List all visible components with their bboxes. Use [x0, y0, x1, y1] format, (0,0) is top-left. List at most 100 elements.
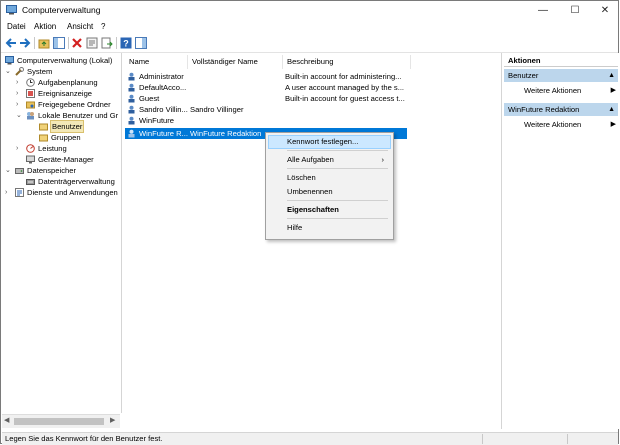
- users-group-icon: [27, 112, 34, 120]
- toolbar-separator: [68, 37, 69, 49]
- menu-item-rename[interactable]: Umbenennen: [269, 186, 390, 198]
- action-weitere-aktionen[interactable]: Weitere Aktionen ▶: [524, 85, 616, 97]
- user-description: Built-in account for guest access t...: [285, 94, 405, 103]
- help-icon[interactable]: ?: [120, 37, 132, 49]
- tree-item-label: Ereignisanzeige: [38, 89, 93, 98]
- user-name: Administrator: [139, 72, 184, 81]
- menu-item-delete[interactable]: Löschen: [269, 172, 390, 184]
- menu-item-help[interactable]: Hilfe: [269, 222, 390, 234]
- tree-item-label: Gruppen: [51, 133, 81, 142]
- window-title: Computerverwaltung: [22, 5, 101, 15]
- shared-folder-icon: [26, 101, 35, 109]
- show-hide-tree-icon[interactable]: [53, 37, 65, 49]
- up-folder-icon[interactable]: [38, 37, 50, 49]
- list-row-administrator[interactable]: Administrator Built-in account for admin…: [125, 71, 498, 82]
- scrollbar-thumb[interactable]: [14, 418, 104, 425]
- user-name: Guest: [139, 94, 160, 103]
- performance-icon: [26, 144, 35, 153]
- disk-management-icon: [26, 179, 35, 185]
- show-hide-action-pane-icon[interactable]: [135, 37, 147, 49]
- menu-item-properties[interactable]: Eigenschaften: [269, 204, 390, 216]
- actions-header: Aktionen: [504, 54, 618, 67]
- maximize-button[interactable]: ☐: [560, 1, 590, 20]
- actions-section-winfuture-redaktion[interactable]: WinFuture Redaktion ▲: [504, 103, 618, 116]
- user-full-name: Sandro Villinger: [190, 105, 244, 114]
- tree-item-label: Lokale Benutzer und Gr: [38, 111, 119, 120]
- tree-item-label: Benutzer: [49, 120, 85, 133]
- list-row-winfuture[interactable]: WinFuture: [125, 115, 498, 126]
- expand-toggle[interactable]: ⌄: [5, 66, 11, 77]
- submenu-arrow-icon: ▶: [610, 121, 616, 128]
- folder-icon: [39, 123, 48, 131]
- menu-aktion[interactable]: Aktion: [34, 22, 56, 31]
- column-header-full-name[interactable]: Vollständiger Name: [188, 55, 283, 69]
- title-bar[interactable]: Computerverwaltung — ☐ ✕: [1, 1, 618, 20]
- tree-item-label: Geräte-Manager: [38, 155, 94, 164]
- tree-horizontal-scrollbar[interactable]: ◀ ▶: [2, 414, 120, 428]
- expand-toggle[interactable]: ›: [16, 143, 18, 154]
- expand-toggle[interactable]: ⌄: [16, 110, 22, 121]
- close-button[interactable]: ✕: [590, 1, 620, 20]
- user-icon: [128, 116, 135, 125]
- action-weitere-aktionen[interactable]: Weitere Aktionen ▶: [524, 119, 616, 131]
- event-viewer-icon: [26, 89, 35, 98]
- user-description: A user account managed by the s...: [285, 83, 405, 92]
- forward-icon[interactable]: [19, 37, 31, 49]
- console-tree: Computerverwaltung (Lokal) ⌄ System › Au…: [2, 53, 122, 413]
- delete-icon[interactable]: [71, 37, 83, 49]
- menu-ansicht[interactable]: Ansicht: [67, 22, 93, 31]
- menu-item-set-password[interactable]: Kennwort festlegen...: [268, 135, 391, 149]
- scroll-left-icon[interactable]: ◀: [4, 416, 9, 424]
- user-full-name: WinFuture Redaktion: [190, 129, 262, 138]
- folder-icon: [39, 134, 48, 142]
- collapse-icon[interactable]: ▲: [608, 103, 615, 116]
- status-text: Legen Sie das Kennwort für den Benutzer …: [5, 434, 163, 443]
- svg-text:?: ?: [123, 39, 129, 49]
- user-icon: [128, 83, 135, 92]
- action-label: Weitere Aktionen: [524, 86, 582, 95]
- column-header-description[interactable]: Beschreibung: [283, 55, 411, 69]
- action-label: Weitere Aktionen: [524, 120, 582, 129]
- tree-item-label: System: [27, 67, 53, 76]
- tree-item-label: Freigegebene Ordner: [38, 100, 111, 109]
- expand-toggle[interactable]: ⌄: [5, 165, 11, 176]
- toolbar-separator: [116, 37, 117, 49]
- list-row-guest[interactable]: Guest Built-in account for guest access …: [125, 93, 498, 104]
- tree-item-label: Datenspeicher: [27, 166, 76, 175]
- services-icon: [15, 188, 24, 197]
- menu-separator: [287, 150, 388, 151]
- user-icon: [128, 72, 135, 81]
- back-icon[interactable]: [5, 37, 17, 49]
- device-manager-icon: [26, 155, 35, 164]
- user-description: Built-in account for administering...: [285, 72, 402, 81]
- menu-help[interactable]: ?: [101, 22, 105, 31]
- collapse-icon[interactable]: ▲: [608, 69, 615, 82]
- properties-icon[interactable]: [86, 37, 98, 49]
- scroll-right-icon[interactable]: ▶: [110, 416, 115, 424]
- user-list: Name Vollständiger Name Beschreibung Adm…: [123, 53, 498, 429]
- status-bar: Legen Sie das Kennwort für den Benutzer …: [2, 432, 618, 445]
- context-menu: Kennwort festlegen... Alle Aufgaben › Lö…: [265, 132, 394, 240]
- expand-toggle[interactable]: ›: [5, 187, 7, 198]
- computer-management-window: Computerverwaltung — ☐ ✕ Datei Aktion An…: [0, 0, 620, 445]
- user-icon: [128, 94, 135, 103]
- expand-toggle[interactable]: ›: [16, 77, 18, 88]
- expand-toggle[interactable]: ›: [16, 99, 18, 110]
- expand-toggle[interactable]: ›: [16, 88, 18, 99]
- export-list-icon[interactable]: [101, 37, 113, 49]
- system-tools-icon: [15, 67, 24, 76]
- computer-management-app-icon: [6, 5, 17, 15]
- user-name: DefaultAcco...: [139, 83, 187, 92]
- menu-item-label: Alle Aufgaben: [287, 155, 334, 164]
- menu-datei[interactable]: Datei: [7, 22, 26, 31]
- menu-separator: [287, 200, 388, 201]
- user-icon: [128, 129, 135, 138]
- tree-item-label: Aufgabenplanung: [38, 78, 98, 87]
- list-row-sandro-villinger[interactable]: Sandro Villin... Sandro Villinger: [125, 104, 498, 115]
- actions-section-benutzer[interactable]: Benutzer ▲: [504, 69, 618, 82]
- list-row-defaultaccount[interactable]: DefaultAcco... A user account managed by…: [125, 82, 498, 93]
- storage-icon: [15, 168, 24, 174]
- menu-item-all-tasks[interactable]: Alle Aufgaben ›: [269, 154, 390, 166]
- column-header-name[interactable]: Name: [125, 55, 188, 69]
- minimize-button[interactable]: —: [528, 1, 558, 20]
